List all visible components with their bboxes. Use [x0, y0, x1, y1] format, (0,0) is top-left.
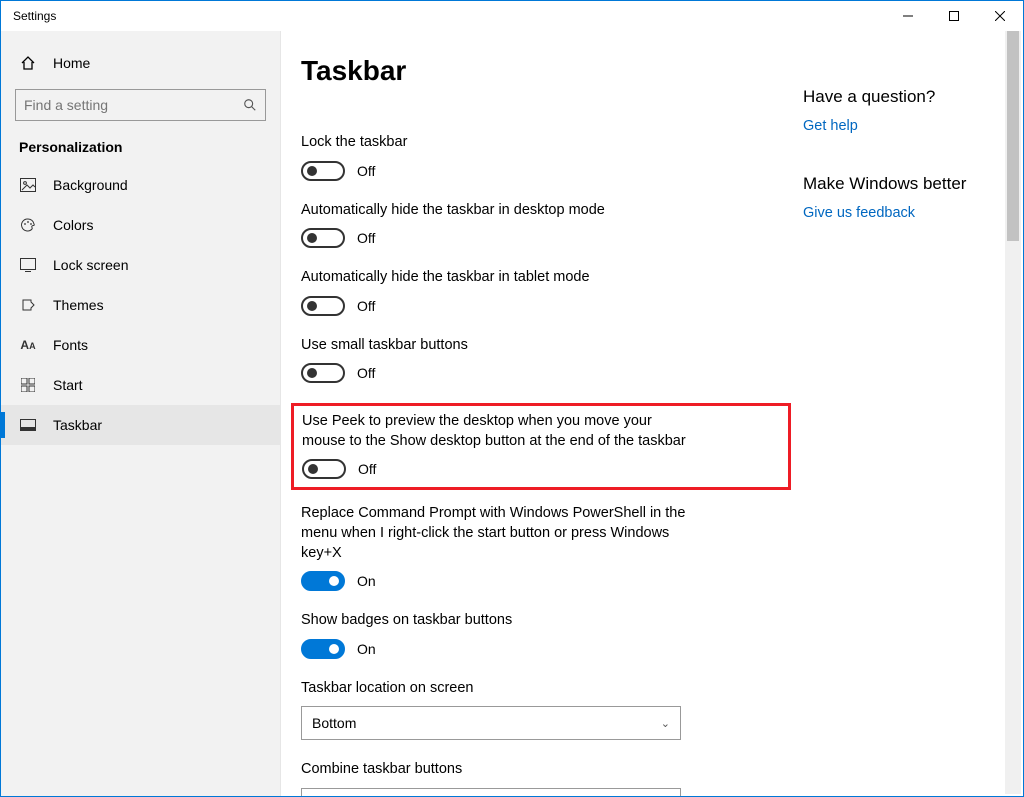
title-bar: Settings [1, 1, 1023, 31]
toggle-state: On [357, 641, 376, 657]
link-give-feedback[interactable]: Give us feedback [803, 205, 915, 221]
link-get-help[interactable]: Get help [803, 118, 858, 134]
setting-small-buttons: Use small taskbar buttons Off [301, 336, 691, 384]
setting-label: Taskbar location on screen [301, 679, 691, 699]
taskbar-icon [19, 419, 37, 431]
fonts-icon: AA [19, 338, 37, 352]
picture-icon [19, 178, 37, 192]
toggle-autohide-tablet[interactable] [301, 296, 345, 316]
setting-label: Lock the taskbar [301, 133, 691, 153]
minimize-button[interactable] [885, 1, 931, 31]
window-title: Settings [13, 9, 56, 23]
toggle-state: Off [358, 461, 376, 477]
setting-lock-taskbar: Lock the taskbar Off [301, 133, 691, 181]
nav-home-label: Home [53, 55, 90, 71]
sidebar-item-label: Taskbar [53, 417, 102, 433]
toggle-state: Off [357, 365, 375, 381]
sidebar-item-taskbar[interactable]: Taskbar [1, 405, 280, 445]
search-box[interactable] [15, 89, 266, 121]
highlighted-setting: Use Peek to preview the desktop when you… [291, 403, 791, 490]
toggle-lock-taskbar[interactable] [301, 161, 345, 181]
setting-combine-buttons: Combine taskbar buttons Always, hide lab… [301, 760, 691, 796]
nav-home[interactable]: Home [1, 41, 280, 85]
select-combine-buttons[interactable]: Always, hide labels ⌄ [301, 788, 681, 796]
search-icon [235, 98, 265, 112]
setting-label: Combine taskbar buttons [301, 760, 691, 780]
vertical-scrollbar[interactable] [1005, 31, 1021, 794]
chevron-down-icon: ⌄ [661, 717, 670, 730]
search-input[interactable] [16, 97, 235, 113]
toggle-state: Off [357, 230, 375, 246]
content-area: Taskbar Lock the taskbar Off Automatical… [281, 31, 803, 796]
sidebar-item-label: Start [53, 377, 83, 393]
sidebar-item-label: Fonts [53, 337, 88, 353]
sidebar-item-fonts[interactable]: AA Fonts [1, 325, 280, 365]
setting-label: Automatically hide the taskbar in deskto… [301, 201, 691, 221]
settings-window: Settings Home Person [0, 0, 1024, 797]
palette-icon [19, 217, 37, 233]
start-icon [19, 378, 37, 392]
sidebar-item-label: Background [53, 177, 128, 193]
toggle-peek[interactable] [302, 459, 346, 479]
toggle-state: Off [357, 163, 375, 179]
setting-label: Use small taskbar buttons [301, 336, 691, 356]
sidebar-item-label: Colors [53, 217, 93, 233]
setting-taskbar-location: Taskbar location on screen Bottom ⌄ [301, 679, 691, 741]
sidebar-category: Personalization [1, 135, 280, 165]
sidebar-item-label: Themes [53, 297, 104, 313]
toggle-state: Off [357, 298, 375, 314]
sidebar-item-label: Lock screen [53, 257, 128, 273]
sidebar-item-themes[interactable]: Themes [1, 285, 280, 325]
toggle-badges[interactable] [301, 639, 345, 659]
help-heading: Have a question? [803, 87, 1003, 107]
toggle-powershell[interactable] [301, 571, 345, 591]
select-value: Bottom [312, 715, 356, 731]
toggle-autohide-desktop[interactable] [301, 228, 345, 248]
maximize-button[interactable] [931, 1, 977, 31]
home-icon [19, 55, 37, 71]
sidebar-item-colors[interactable]: Colors [1, 205, 280, 245]
setting-autohide-desktop: Automatically hide the taskbar in deskto… [301, 201, 691, 249]
right-panel: Have a question? Get help Make Windows b… [803, 31, 1023, 796]
setting-label: Show badges on taskbar buttons [301, 611, 691, 631]
sidebar-item-start[interactable]: Start [1, 365, 280, 405]
close-button[interactable] [977, 1, 1023, 31]
scrollbar-thumb[interactable] [1007, 31, 1019, 241]
select-taskbar-location[interactable]: Bottom ⌄ [301, 706, 681, 740]
setting-peek: Use Peek to preview the desktop when you… [302, 412, 692, 479]
sidebar-item-background[interactable]: Background [1, 165, 280, 205]
setting-autohide-tablet: Automatically hide the taskbar in tablet… [301, 268, 691, 316]
sidebar-item-lock-screen[interactable]: Lock screen [1, 245, 280, 285]
setting-label: Replace Command Prompt with Windows Powe… [301, 504, 691, 563]
toggle-small-buttons[interactable] [301, 363, 345, 383]
themes-icon [19, 297, 37, 313]
sidebar: Home Personalization Background Color [1, 31, 281, 796]
setting-label: Automatically hide the taskbar in tablet… [301, 268, 691, 288]
feedback-heading: Make Windows better [803, 174, 1003, 194]
lock-screen-icon [19, 258, 37, 272]
setting-label: Use Peek to preview the desktop when you… [302, 412, 692, 451]
setting-powershell: Replace Command Prompt with Windows Powe… [301, 504, 691, 591]
setting-badges: Show badges on taskbar buttons On [301, 611, 691, 659]
page-title: Taskbar [301, 55, 783, 87]
toggle-state: On [357, 573, 376, 589]
